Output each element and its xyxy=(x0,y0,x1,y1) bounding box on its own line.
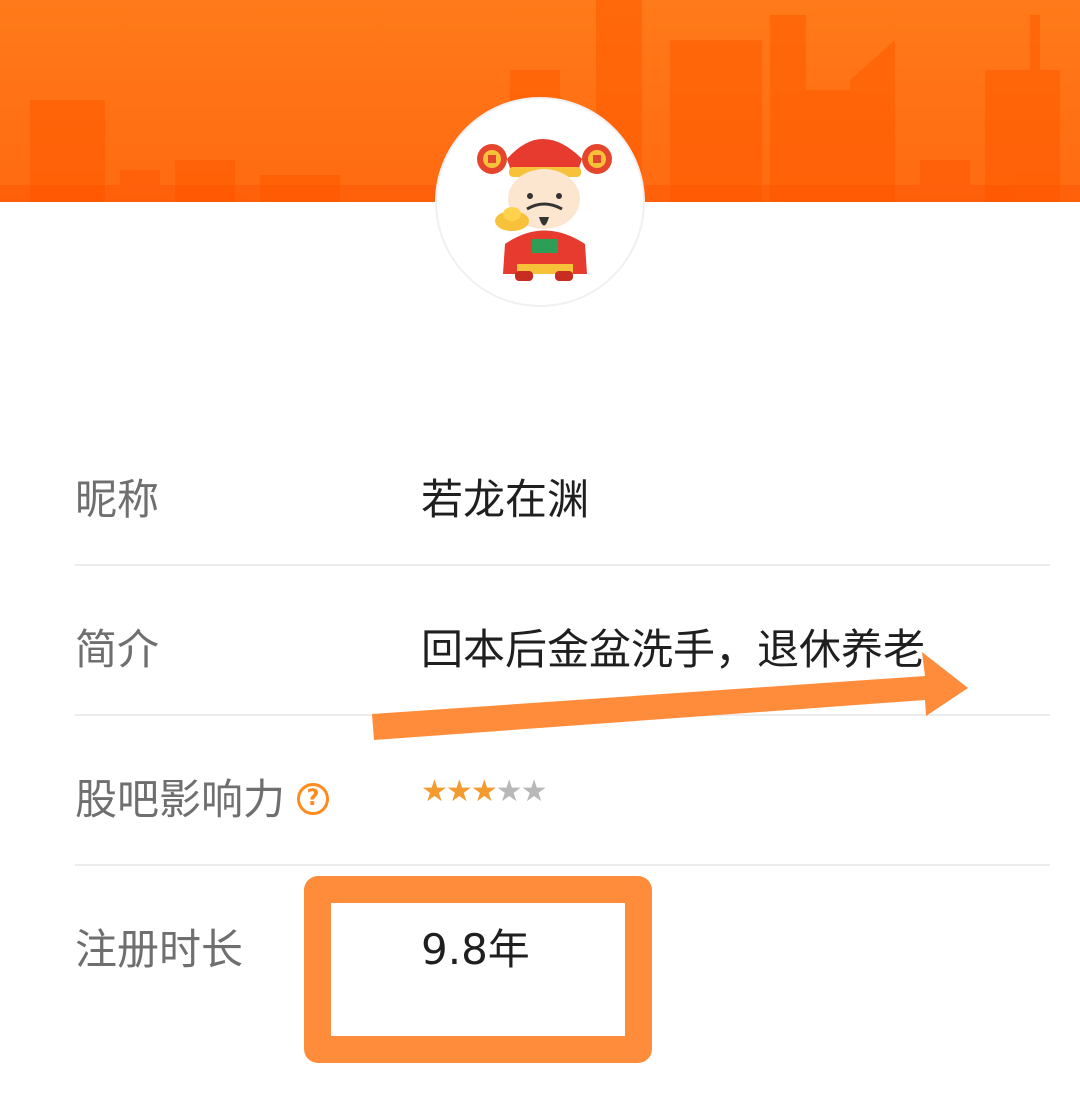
divider xyxy=(75,564,1050,566)
bio-label: 简介 xyxy=(75,625,160,674)
divider xyxy=(75,714,1050,716)
influence-row: 股吧影响力? ★★★★★ xyxy=(75,766,1050,824)
question-circle-icon[interactable]: ? xyxy=(297,782,330,815)
star-icon: ★ xyxy=(495,774,523,809)
star-icon: ★ xyxy=(470,774,498,809)
registration-row: 注册时长 9.8年 xyxy=(75,916,1050,974)
bio-row[interactable]: 简介 回本后金盆洗手，退休养老 xyxy=(75,616,1050,674)
star-icon: ★ xyxy=(445,774,473,809)
bio-value: 回本后金盆洗手，退休养老 xyxy=(421,625,926,674)
influence-label-wrap: 股吧影响力? xyxy=(75,766,330,827)
star-icon: ★ xyxy=(520,774,548,809)
influence-rating: ★★★★★ xyxy=(421,774,548,809)
registration-value: 9.8年 xyxy=(421,925,530,974)
influence-label: 股吧影响力 xyxy=(75,775,286,824)
nickname-value: 若龙在渊 xyxy=(421,475,590,524)
nickname-row[interactable]: 昵称 若龙在渊 xyxy=(75,466,1050,524)
nickname-label: 昵称 xyxy=(75,475,160,524)
star-icon: ★ xyxy=(421,774,448,809)
caishen-avatar-icon xyxy=(477,139,612,281)
registration-label: 注册时长 xyxy=(75,925,244,974)
avatar[interactable] xyxy=(435,97,645,307)
divider xyxy=(75,864,1050,866)
